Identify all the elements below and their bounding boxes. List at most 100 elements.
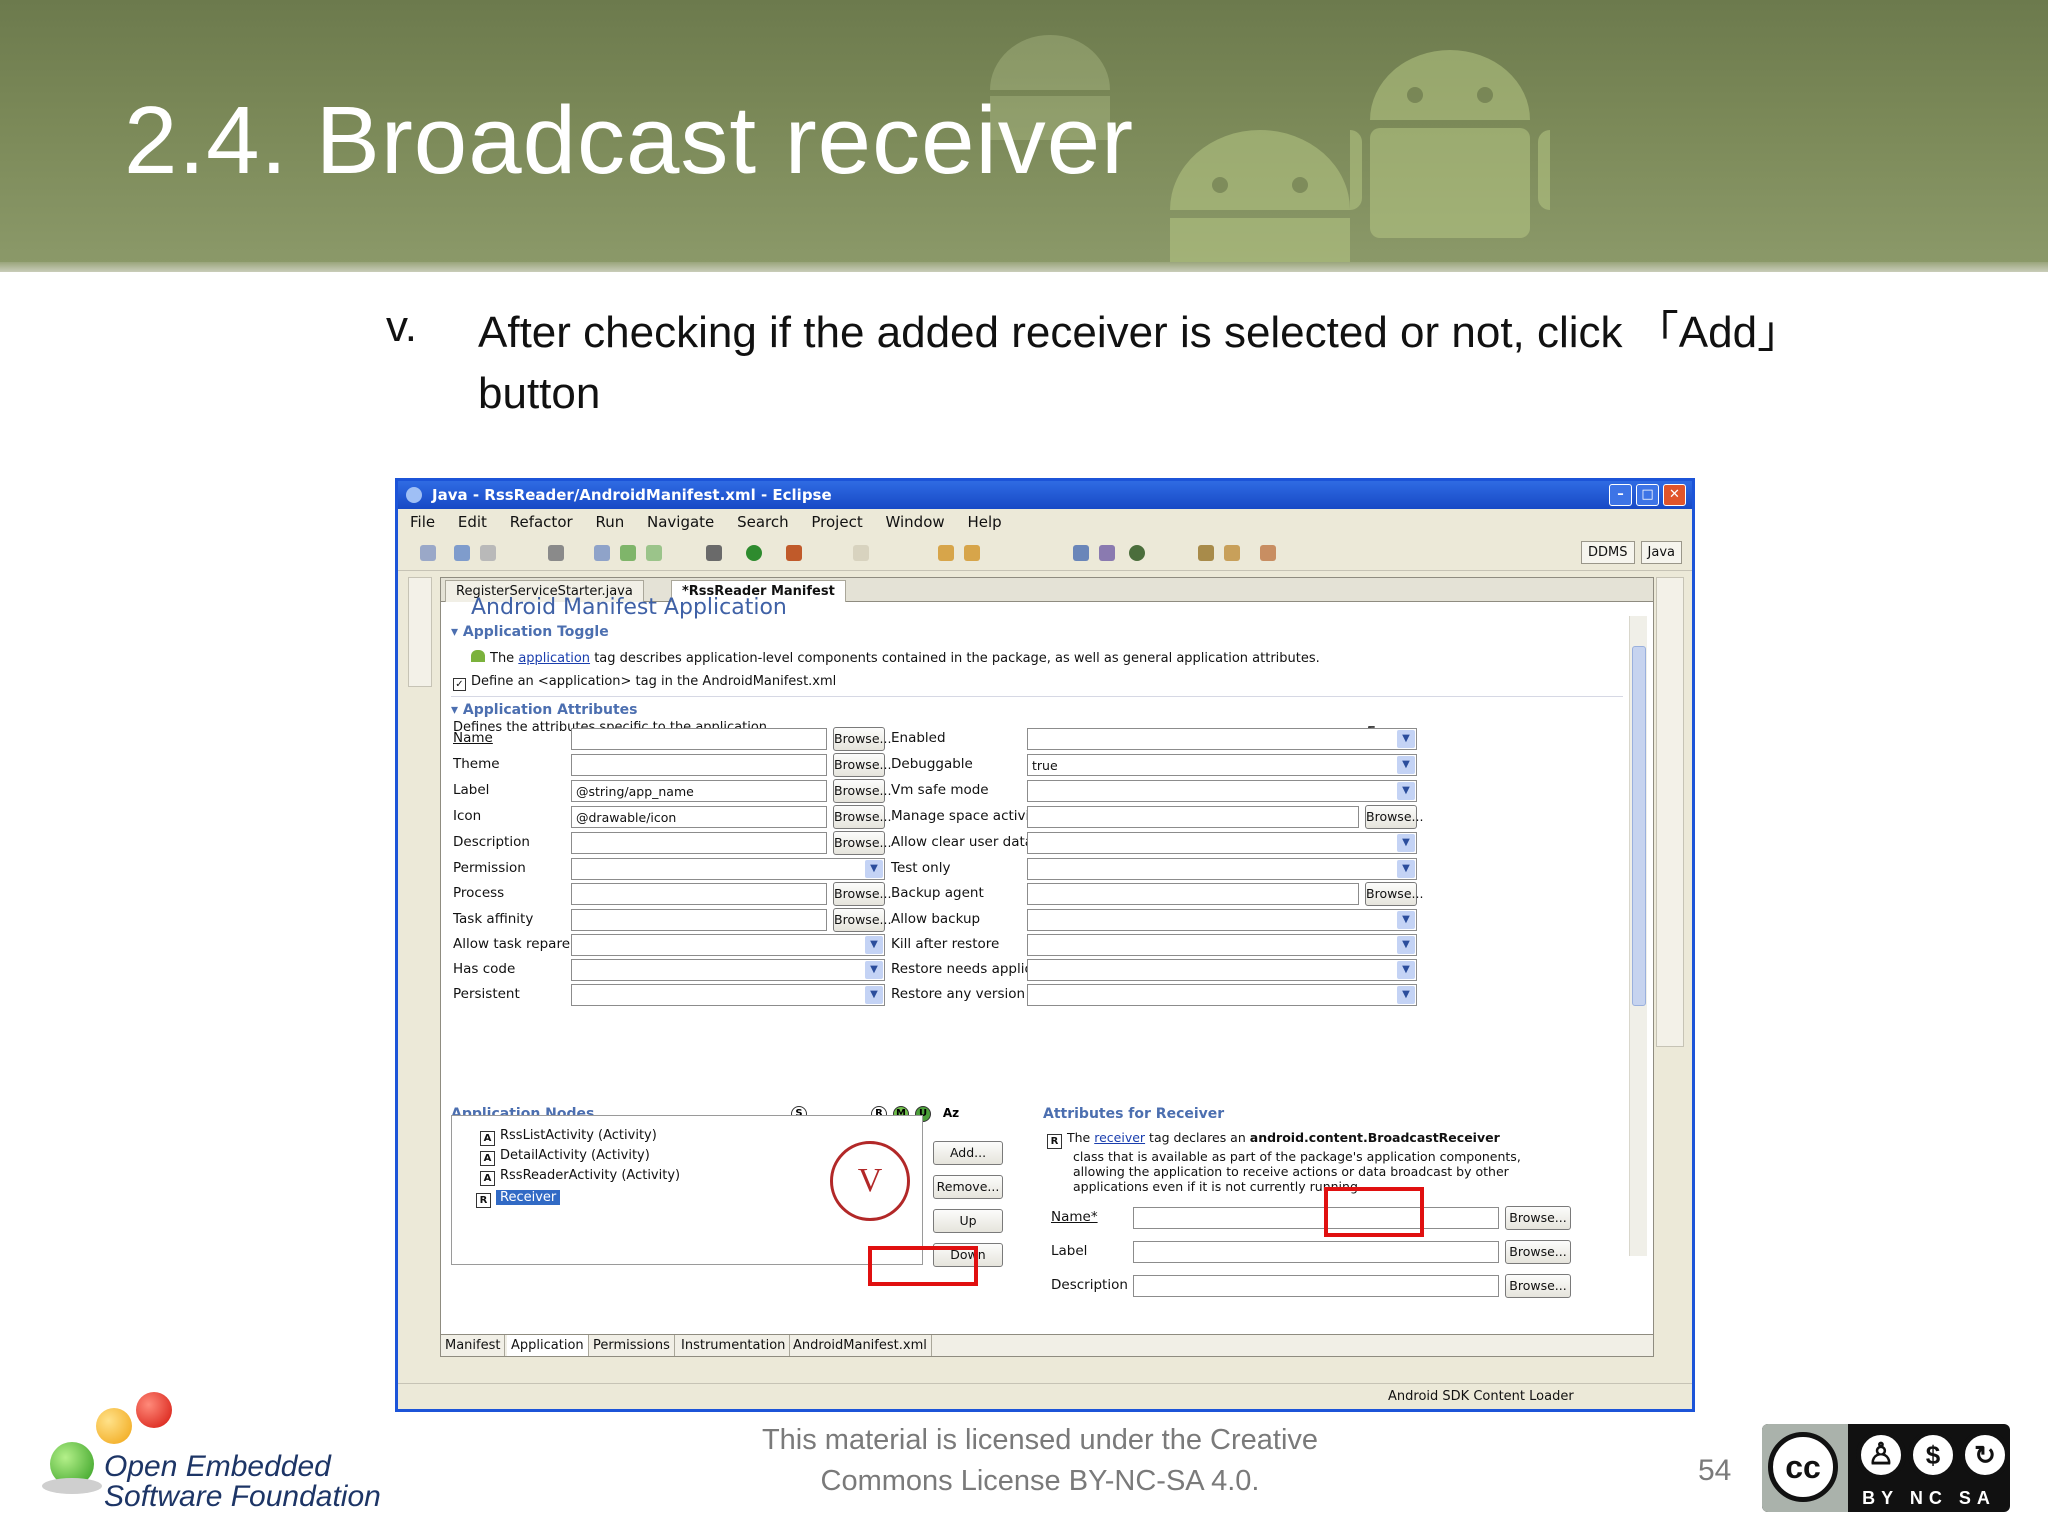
menu-help[interactable]: Help [967, 513, 1001, 531]
chevron-down-icon[interactable]: ▼ [1397, 961, 1415, 979]
bottom-tab-permissions[interactable]: Permissions [589, 1335, 675, 1356]
define-application-checkbox[interactable]: ✓ Define an <application> tag in the Andr… [453, 674, 836, 691]
combo-restore-any-version[interactable]: ▼ [1027, 984, 1417, 1006]
label-name[interactable]: Name [453, 730, 493, 746]
menu-file[interactable]: File [410, 513, 435, 531]
chevron-down-icon[interactable]: ▼ [1397, 936, 1415, 954]
external-tools-icon[interactable] [786, 545, 802, 561]
menu-project[interactable]: Project [811, 513, 862, 531]
maximize-button[interactable]: □ [1636, 484, 1659, 506]
chevron-down-icon[interactable]: ▼ [865, 961, 883, 979]
new-icon[interactable] [420, 545, 436, 561]
field-description[interactable] [571, 832, 827, 854]
node-tool-az-icon[interactable]: Az [939, 1106, 963, 1122]
field-task-affinity[interactable] [571, 909, 827, 931]
menu-refactor[interactable]: Refactor [510, 513, 573, 531]
chevron-down-icon[interactable]: ▼ [1397, 782, 1415, 800]
combo-enabled[interactable]: ▼ [1027, 728, 1417, 750]
up-button[interactable]: Up [933, 1209, 1003, 1233]
field-backup-agent[interactable] [1027, 883, 1359, 905]
tree-node-rssreaderactivity[interactable]: A RssReaderActivity (Activity) [480, 1168, 680, 1186]
open-type-icon[interactable] [1073, 545, 1089, 561]
browse-button-description[interactable]: Browse... [833, 831, 891, 855]
save-all-icon[interactable] [480, 545, 496, 561]
receiver-browse-button-label[interactable]: Browse... [1505, 1240, 1571, 1264]
field-icon[interactable]: @drawable/icon [571, 806, 827, 828]
tree-node-rsslistactivity[interactable]: A RssListActivity (Activity) [480, 1128, 657, 1146]
back-icon[interactable] [853, 545, 869, 561]
browse-button-theme[interactable]: Browse... [833, 753, 891, 777]
receiver-field-description[interactable] [1133, 1275, 1499, 1297]
browse-button-task-affinity[interactable]: Browse... [833, 908, 891, 932]
combo-allow-task-reparenting[interactable]: ▼ [571, 934, 885, 956]
combo-kill-after-restore[interactable]: ▼ [1027, 934, 1417, 956]
combo-vm-safe-mode[interactable]: ▼ [1027, 780, 1417, 802]
browse-button-backup-agent[interactable]: Browse... [1365, 882, 1423, 906]
receiver-link[interactable]: receiver [1094, 1130, 1145, 1145]
menu-edit[interactable]: Edit [458, 513, 487, 531]
android-icon[interactable] [620, 545, 636, 561]
folder-icon[interactable] [1224, 545, 1240, 561]
tree-node-detailactivity[interactable]: A DetailActivity (Activity) [480, 1148, 650, 1166]
combo-debuggable[interactable]: true ▼ [1027, 754, 1417, 776]
open-task-icon[interactable] [1099, 545, 1115, 561]
application-toggle-section[interactable]: ▾ Application Toggle [451, 624, 609, 640]
editor-scrollbar[interactable] [1629, 616, 1647, 1256]
field-manage-space-activity[interactable] [1027, 806, 1359, 828]
receiver-browse-button-name[interactable]: Browse... [1505, 1206, 1571, 1230]
combo-restore-needs-application[interactable]: ▼ [1027, 959, 1417, 981]
search-icon[interactable] [1129, 545, 1145, 561]
receiver-label-name[interactable]: Name* [1051, 1209, 1098, 1225]
field-label[interactable]: @string/app_name [571, 780, 827, 802]
chevron-down-icon[interactable]: ▼ [865, 860, 883, 878]
chevron-down-icon[interactable]: ▼ [865, 986, 883, 1004]
menu-search[interactable]: Search [737, 513, 789, 531]
close-button[interactable]: ✕ [1663, 484, 1686, 506]
perspective-java[interactable]: Java [1640, 541, 1682, 564]
combo-test-only[interactable]: ▼ [1027, 858, 1417, 880]
menu-navigate[interactable]: Navigate [647, 513, 714, 531]
combo-allow-clear-user-data[interactable]: ▼ [1027, 832, 1417, 854]
save-icon[interactable] [454, 545, 470, 561]
bottom-tab-instrumentation[interactable]: Instrumentation [677, 1335, 791, 1356]
combo-has-code[interactable]: ▼ [571, 959, 885, 981]
debug-icon[interactable] [706, 545, 722, 561]
field-name[interactable] [571, 728, 827, 750]
receiver-field-name[interactable] [1133, 1207, 1499, 1229]
application-link[interactable]: application [518, 651, 590, 666]
prev-edit-icon[interactable] [938, 545, 954, 561]
tree-node-receiver[interactable]: R Receiver [476, 1190, 561, 1208]
combo-persistent[interactable]: ▼ [571, 984, 885, 1006]
chevron-down-icon[interactable]: ▼ [865, 936, 883, 954]
add-button[interactable]: Add... [933, 1141, 1003, 1165]
chevron-down-icon[interactable]: ▼ [1397, 730, 1415, 748]
browse-button-icon[interactable]: Browse... [833, 805, 891, 829]
menu-run[interactable]: Run [595, 513, 624, 531]
chevron-down-icon[interactable]: ▼ [1397, 756, 1415, 774]
scrollbar-thumb[interactable] [1632, 646, 1646, 1006]
run-icon[interactable] [746, 545, 762, 561]
combo-allow-backup[interactable]: ▼ [1027, 909, 1417, 931]
package-icon[interactable] [1198, 545, 1214, 561]
bottom-tab-manifest[interactable]: Manifest [441, 1335, 506, 1356]
print-icon[interactable] [548, 545, 564, 561]
chevron-down-icon[interactable]: ▼ [1397, 986, 1415, 1004]
perspective-ddms[interactable]: DDMS [1581, 541, 1635, 564]
chevron-down-icon[interactable]: ▼ [1397, 860, 1415, 878]
pin-icon[interactable] [1260, 545, 1276, 561]
bottom-tab-application[interactable]: Application [507, 1335, 589, 1356]
menu-window[interactable]: Window [886, 513, 945, 531]
avd-icon[interactable] [646, 545, 662, 561]
bottom-tab-androidmanifest-xml[interactable]: AndroidManifest.xml [789, 1335, 932, 1356]
receiver-field-label[interactable] [1133, 1241, 1499, 1263]
application-attributes-section[interactable]: ▾ Application Attributes [451, 702, 638, 718]
browse-button-label[interactable]: Browse... [833, 779, 891, 803]
browse-button-name[interactable]: Browse... [833, 727, 891, 751]
receiver-browse-button-description[interactable]: Browse... [1505, 1274, 1571, 1298]
remove-button[interactable]: Remove... [933, 1175, 1003, 1199]
next-edit-icon[interactable] [964, 545, 980, 561]
minimize-button[interactable]: – [1609, 484, 1632, 506]
sdk-manager-icon[interactable] [594, 545, 610, 561]
field-theme[interactable] [571, 754, 827, 776]
browse-button-manage-space-activity[interactable]: Browse... [1365, 805, 1423, 829]
